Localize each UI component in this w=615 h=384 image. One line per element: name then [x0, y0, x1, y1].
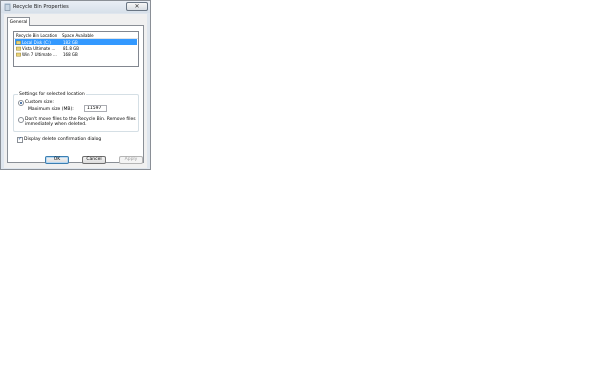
max-size-input[interactable] — [84, 105, 107, 112]
close-button[interactable]: ✕ — [126, 2, 148, 11]
list-header: Recycle Bin Location Space Available — [14, 32, 138, 39]
tab-general[interactable]: General — [7, 17, 30, 26]
no-move-radio[interactable] — [18, 117, 24, 123]
column-header-location[interactable]: Recycle Bin Location — [16, 33, 57, 38]
max-size-label: Maximum size (MB): — [28, 107, 74, 112]
tab-general-label: General — [9, 20, 28, 25]
dialog-client-area: General Recycle Bin Location Space Avail… — [4, 14, 147, 168]
custom-size-label[interactable]: Custom size: — [25, 100, 54, 105]
drive-icon — [16, 40, 21, 44]
drive-icon — [16, 52, 21, 56]
confirm-delete-label[interactable]: Display delete confirmation dialog — [24, 137, 101, 142]
no-move-label-line2[interactable]: immediately when deleted. — [25, 122, 87, 127]
cancel-button[interactable]: Cancel — [82, 156, 106, 164]
close-icon: ✕ — [134, 3, 140, 10]
general-tab-panel: Recycle Bin Location Space Available Loc… — [7, 25, 144, 163]
recycle-bin-icon — [4, 3, 11, 11]
title-bar[interactable]: Recycle Bin Properties ✕ — [1, 1, 150, 13]
settings-group: Settings for selected location Custom si… — [13, 92, 139, 132]
list-item[interactable]: Win 7 Ultimate ... 168 GB — [15, 51, 137, 57]
custom-size-radio[interactable] — [18, 100, 24, 106]
list-item-space: 168 GB — [63, 52, 78, 57]
list-item-name: Win 7 Ultimate ... — [22, 52, 57, 57]
settings-group-label: Settings for selected location — [18, 92, 86, 97]
window-title: Recycle Bin Properties — [13, 4, 69, 10]
recycle-bin-properties-dialog: Recycle Bin Properties ✕ General Recycle… — [0, 0, 151, 170]
column-header-space[interactable]: Space Available — [62, 33, 94, 38]
recycle-bin-location-list[interactable]: Recycle Bin Location Space Available Loc… — [13, 31, 139, 67]
confirm-delete-checkbox[interactable] — [17, 136, 23, 143]
apply-button[interactable]: Apply — [119, 156, 143, 164]
ok-button[interactable]: OK — [45, 156, 69, 164]
drive-icon — [16, 46, 21, 50]
